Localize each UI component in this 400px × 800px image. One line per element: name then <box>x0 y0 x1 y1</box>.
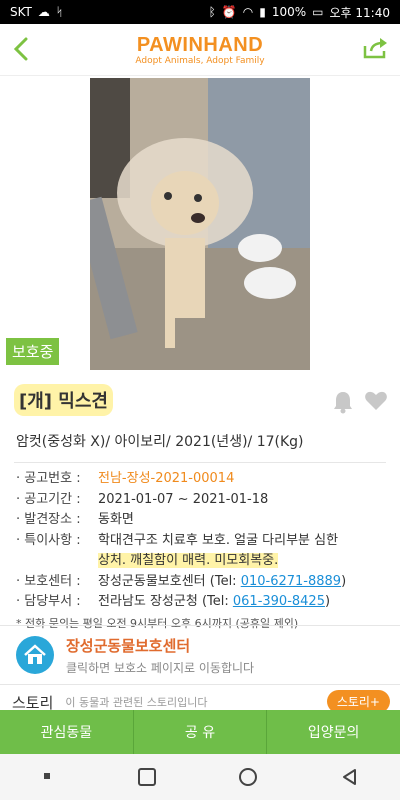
wifi-icon: ◠ <box>242 5 254 19</box>
shelter-center-label: · 보호센터 : <box>16 573 81 589</box>
bluetooth-icon: ᛒ <box>208 5 216 19</box>
department-close: ) <box>324 594 331 609</box>
notice-period-label: · 공고기간 : <box>16 491 81 507</box>
interest-button[interactable]: 관심동물 <box>0 710 134 754</box>
chevron-left-icon <box>13 37 28 61</box>
notice-period-row: · 공고기간 : 2021-01-07 ~ 2021-01-18 <box>16 490 384 511</box>
detail-list: · 공고번호 : 전남-장성-2021-00014 · 공고기간 : 2021-… <box>0 469 400 613</box>
notice-number-label: · 공고번호 : <box>16 471 81 486</box>
heart-icon[interactable] <box>364 390 388 412</box>
features-line-2: 상처. 깨칠함이 매력. 미모회복중. <box>98 553 279 568</box>
carrier-label: SKT <box>10 5 32 19</box>
features-row: · 특이사항 : 학대견구조 치료후 보호. 얼굴 다리부분 심한 상처. 깨칠… <box>16 531 384 572</box>
shelter-center-value: 장성군동물보호센터 (Tel: 010-6271-8889) <box>98 572 384 593</box>
found-place-value: 동화면 <box>98 512 134 527</box>
divider <box>14 462 386 463</box>
share-action-button[interactable]: 공 유 <box>134 710 268 754</box>
department-label: · 담당부서 : <box>16 594 81 609</box>
animal-name: [개] 믹스견 <box>14 384 113 416</box>
department-phone-link[interactable]: 061-390-8425 <box>233 594 325 609</box>
photo-area: 보호중 <box>0 76 400 370</box>
status-badge: 보호중 <box>6 338 60 365</box>
features-value: 학대견구조 치료후 보호. 얼굴 다리부분 심한 상처. 깨칠함이 매력. 미모… <box>98 531 384 572</box>
shelter-house-icon <box>16 636 54 674</box>
features-line-1: 학대견구조 치료후 보호. 얼굴 다리부분 심한 <box>98 532 339 548</box>
name-row: [개] 믹스견 <box>0 374 400 426</box>
system-nav-bar <box>0 754 400 800</box>
battery-icon: ▭ <box>312 5 324 19</box>
animal-summary: 암컷(중성화 X)/ 아이보리/ 2021(년생)/ 17(Kg) <box>16 434 304 450</box>
department-name: 전라남도 장성군청 (Tel: <box>98 594 233 609</box>
department-row: · 담당부서 : 전라남도 장성군청 (Tel: 061-390-8425) <box>16 592 384 613</box>
notice-number-row: · 공고번호 : 전남-장성-2021-00014 <box>16 469 384 490</box>
share-button[interactable] <box>362 36 392 64</box>
animal-photo[interactable] <box>90 78 310 370</box>
back-nav-icon[interactable] <box>340 767 360 787</box>
dog-photo-illustration <box>90 78 310 370</box>
notice-number-value: 전남-장성-2021-00014 <box>98 471 235 486</box>
alarm-icon: ⏰ <box>221 5 237 19</box>
clock-label: 오후 11:40 <box>329 5 390 20</box>
story-description: 이 동물과 관련된 스토리입니다 <box>65 696 208 709</box>
shelter-card[interactable]: 장성군동물보호센터 클릭하면 보호소 페이지로 이동합니다 <box>0 625 400 685</box>
features-label: · 특이사항 : <box>16 532 81 548</box>
shelter-subtext: 클릭하면 보호소 페이지로 이동합니다 <box>66 660 255 675</box>
notice-period-value: 2021-01-07 ~ 2021-01-18 <box>98 491 269 507</box>
app-header: PAWINHAND Adopt Animals, Adopt Family <box>0 24 400 76</box>
home-icon[interactable] <box>237 766 259 788</box>
status-bar: SKT ☁ ᛋ ᛒ ⏰ ◠ ▮ 100% ▭ 오후 11:40 <box>0 0 400 24</box>
share-icon <box>363 38 387 59</box>
notification-icon: ᛋ <box>55 5 64 19</box>
department-value: 전라남도 장성군청 (Tel: 061-390-8425) <box>98 592 384 613</box>
recent-apps-icon[interactable] <box>40 769 56 785</box>
brand-logo: PAWINHAND Adopt Animals, Adopt Family <box>135 34 264 66</box>
signal-icon: ▮ <box>259 5 266 19</box>
shelter-phone-link[interactable]: 010-6271-8889 <box>241 574 341 589</box>
found-place-label: · 발견장소 : <box>16 512 81 527</box>
bottom-action-bar: 관심동물 공 유 입양문의 <box>0 710 400 754</box>
brand-tagline: Adopt Animals, Adopt Family <box>135 55 265 66</box>
shelter-center-name: 장성군동물보호센터 (Tel: <box>98 573 241 589</box>
animal-info: [개] 믹스견 암컷(중성화 X)/ 아이보리/ 2021(년생)/ 17(Kg… <box>0 374 400 631</box>
cloud-icon: ☁ <box>37 5 50 19</box>
battery-label: 100% <box>271 5 307 19</box>
shelter-center-close: ) <box>341 573 347 589</box>
brand-title: PAWINHAND <box>136 33 264 56</box>
back-button[interactable] <box>6 34 36 64</box>
shelter-name: 장성군동물보호센터 <box>66 636 191 655</box>
found-place-row: · 발견장소 : 동화면 <box>16 510 384 531</box>
overview-icon[interactable] <box>137 767 157 787</box>
bell-icon[interactable] <box>332 390 354 414</box>
adopt-inquiry-button[interactable]: 입양문의 <box>267 710 400 754</box>
shelter-center-row: · 보호센터 : 장성군동물보호센터 (Tel: 010-6271-8889) <box>16 572 384 593</box>
